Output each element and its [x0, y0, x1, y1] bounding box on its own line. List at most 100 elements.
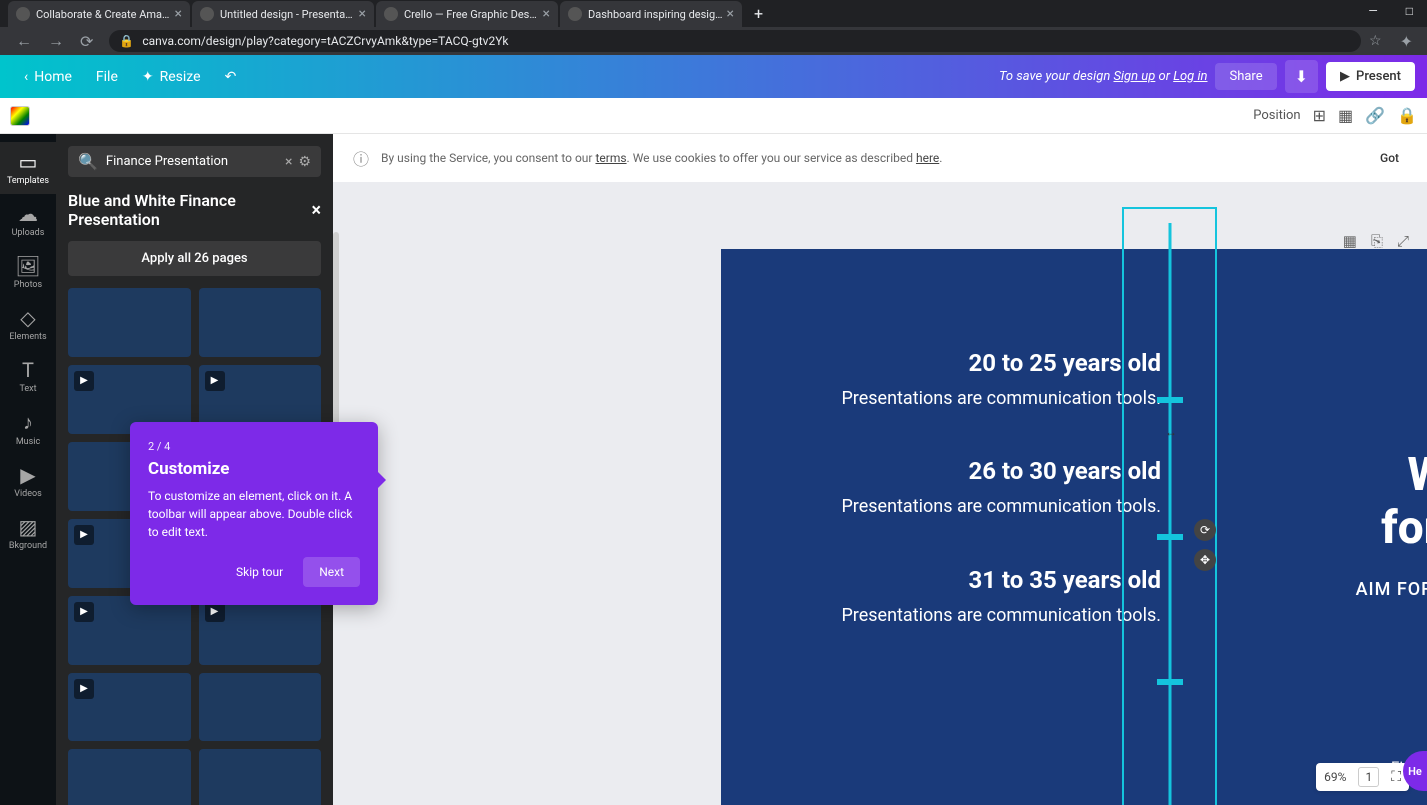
- maximize-button[interactable]: □: [1392, 0, 1427, 22]
- tab-title: Untitled design - Presentation (1: [220, 8, 355, 21]
- tab-title: Crello — Free Graphic Design So: [404, 8, 539, 21]
- close-icon[interactable]: ×: [311, 200, 321, 221]
- browser-tab[interactable]: Untitled design - Presentation (1 ×: [192, 1, 374, 27]
- file-menu[interactable]: File: [84, 61, 130, 93]
- resize-icon: ✦: [142, 69, 154, 85]
- undo-icon: ↶: [225, 69, 237, 85]
- rail-background[interactable]: ▨ Bkground: [0, 507, 56, 559]
- undo-button[interactable]: ↶: [213, 61, 249, 93]
- rail-text[interactable]: T Text: [0, 350, 56, 402]
- rail-videos[interactable]: ▶ Videos: [0, 455, 56, 507]
- info-icon: ⓘ: [353, 146, 369, 170]
- expand-icon[interactable]: ⤢: [1397, 232, 1409, 250]
- filter-icon[interactable]: ⚙: [298, 154, 311, 170]
- home-button[interactable]: ‹ Home: [12, 61, 84, 93]
- color-picker[interactable]: [10, 106, 30, 126]
- template-thumb[interactable]: ▶: [68, 596, 191, 665]
- rail-uploads[interactable]: ☁ Uploads: [0, 194, 56, 246]
- extensions-icon[interactable]: ✦: [1394, 32, 1419, 51]
- template-thumb[interactable]: ▶: [199, 596, 322, 665]
- rail-photos[interactable]: 🖼 Photos: [0, 246, 56, 298]
- lock-icon[interactable]: 🔒: [1397, 106, 1417, 125]
- zoom-level[interactable]: 69%: [1324, 770, 1346, 784]
- here-link[interactable]: here: [916, 151, 939, 165]
- fullscreen-icon[interactable]: ⛶: [1391, 769, 1401, 785]
- login-link[interactable]: Log in: [1173, 69, 1207, 84]
- tour-step: 2 / 4: [148, 440, 360, 453]
- link-icon[interactable]: 🔗: [1365, 106, 1385, 125]
- videos-icon: ▶: [0, 463, 56, 487]
- slide[interactable]: 19 20 to 25 years old Presentations are …: [721, 249, 1427, 805]
- forward-button[interactable]: →: [40, 31, 72, 51]
- age-block[interactable]: 31 to 35 years old Presentations are com…: [791, 566, 1161, 628]
- right-column[interactable]: Ways to Save for Retirement AIM FOR THES…: [1253, 449, 1427, 600]
- template-thumb[interactable]: [68, 288, 191, 357]
- terms-link[interactable]: terms: [595, 151, 626, 165]
- close-icon[interactable]: ×: [175, 6, 182, 22]
- new-tab-button[interactable]: +: [744, 0, 773, 27]
- apply-all-button[interactable]: Apply all 26 pages: [68, 241, 321, 276]
- canvas-area[interactable]: ⓘ By using the Service, you consent to o…: [333, 134, 1427, 805]
- download-button[interactable]: ⬇: [1285, 60, 1318, 93]
- position-button[interactable]: Position: [1253, 108, 1300, 123]
- transparency-icon[interactable]: ▦: [1338, 106, 1353, 125]
- resize-handle-icon[interactable]: ↔: [1165, 425, 1177, 439]
- save-message: To save your design Sign up or Log in: [999, 69, 1208, 84]
- got-it-button[interactable]: Got: [1372, 147, 1407, 169]
- rotate-icon[interactable]: ⟳: [1194, 519, 1216, 541]
- age-block[interactable]: 26 to 30 years old Presentations are com…: [791, 457, 1161, 519]
- browser-tab[interactable]: Collaborate & Create Amazing G ×: [8, 1, 190, 27]
- elements-icon: ◇: [0, 306, 56, 330]
- search-box[interactable]: 🔍 × ⚙: [68, 146, 321, 177]
- home-label: Home: [34, 69, 72, 85]
- grid-view-icon[interactable]: ▦: [1343, 232, 1357, 250]
- skip-tour-button[interactable]: Skip tour: [224, 557, 295, 587]
- group-icon[interactable]: ⊞: [1313, 106, 1326, 125]
- template-thumb[interactable]: [199, 288, 322, 357]
- subtitle: AIM FOR THESE GOALS ONE BY ONE: [1253, 579, 1427, 600]
- browser-tab[interactable]: Crello — Free Graphic Design So ×: [376, 1, 558, 27]
- url-input[interactable]: 🔒 canva.com/design/play?category=tACZCrv…: [109, 30, 1361, 52]
- tab-title: Collaborate & Create Amazing G: [36, 8, 171, 21]
- panel-title-row: Blue and White Finance Presentation ×: [68, 191, 321, 229]
- resize-button[interactable]: ✦ Resize: [130, 61, 213, 93]
- minimize-button[interactable]: —: [1354, 0, 1391, 22]
- window-controls: — □: [1354, 0, 1427, 22]
- rail-elements[interactable]: ◇ Elements: [0, 298, 56, 350]
- tab-favicon: [384, 7, 398, 21]
- present-label: Present: [1356, 69, 1401, 84]
- template-thumb[interactable]: [199, 749, 322, 805]
- age-block[interactable]: 20 to 25 years old Presentations are com…: [791, 349, 1161, 411]
- left-rail: ▭ Templates ☁ Uploads 🖼 Photos ◇ Element…: [0, 134, 56, 805]
- move-icon[interactable]: ✥: [1194, 549, 1216, 571]
- rail-music[interactable]: ♪ Music: [0, 402, 56, 455]
- close-icon[interactable]: ×: [359, 6, 366, 22]
- vertical-scrollbar[interactable]: [333, 232, 339, 432]
- close-icon[interactable]: ×: [727, 6, 734, 22]
- templates-icon: ▭: [0, 150, 56, 174]
- template-thumb[interactable]: [68, 749, 191, 805]
- selection-box[interactable]: ↔ ⟳ ✥: [1122, 207, 1217, 805]
- template-thumb[interactable]: ▶: [68, 673, 191, 742]
- next-button[interactable]: Next: [303, 557, 360, 587]
- template-thumb[interactable]: [199, 673, 322, 742]
- panel-title: Blue and White Finance Presentation: [68, 191, 311, 229]
- browser-tab[interactable]: Dashboard inspiring designs - G ×: [560, 1, 742, 27]
- resize-label: Resize: [160, 69, 201, 85]
- tab-favicon: [16, 7, 30, 21]
- clear-icon[interactable]: ×: [285, 154, 292, 170]
- share-button[interactable]: Share: [1215, 63, 1276, 90]
- address-bar: ← → ⟳ 🔒 canva.com/design/play?category=t…: [0, 27, 1427, 55]
- present-button[interactable]: ▶ Present: [1326, 62, 1415, 91]
- bookmark-icon[interactable]: ☆: [1369, 33, 1382, 49]
- url-text: canva.com/design/play?category=tACZCrvyA…: [142, 34, 508, 48]
- rail-templates[interactable]: ▭ Templates: [0, 142, 56, 194]
- duplicate-icon[interactable]: ⎘: [1371, 232, 1383, 250]
- back-button[interactable]: ←: [8, 31, 40, 51]
- search-input[interactable]: [106, 154, 279, 169]
- page-indicator[interactable]: 1: [1358, 767, 1379, 787]
- signup-link[interactable]: Sign up: [1113, 69, 1155, 84]
- music-icon: ♪: [0, 410, 56, 435]
- close-icon[interactable]: ×: [543, 6, 550, 22]
- reload-button[interactable]: ⟳: [72, 32, 101, 51]
